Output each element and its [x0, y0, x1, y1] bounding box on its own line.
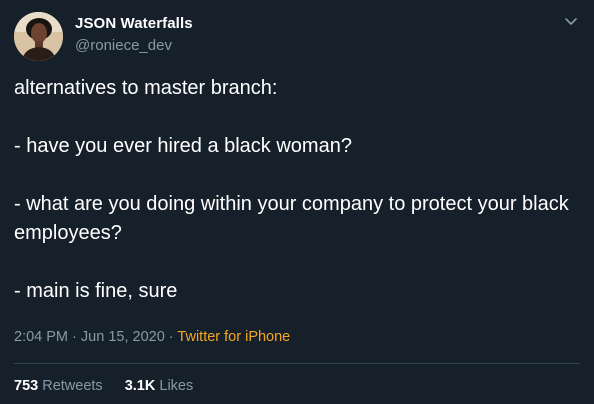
tweet-text: alternatives to master branch: - have yo… — [14, 74, 584, 306]
tweet-metadata: 2:04 PM · Jun 15, 2020 · Twitter for iPh… — [14, 329, 290, 345]
author-display-name[interactable]: JSON Waterfalls — [75, 15, 193, 32]
tweet-stats: 753 Retweets 3.1K Likes — [14, 378, 193, 394]
retweets-stat[interactable]: 753 Retweets — [14, 378, 103, 394]
meta-separator: · — [168, 329, 174, 345]
avatar[interactable] — [14, 12, 63, 61]
tweet-text-line: - have you ever hired a black woman? — [14, 135, 352, 157]
likes-count: 3.1K — [124, 378, 156, 394]
tweet-text-line: - what are you doing within your company… — [14, 193, 569, 244]
chevron-down-icon[interactable] — [562, 12, 580, 30]
tweet-source-link[interactable]: Twitter for iPhone — [177, 329, 290, 345]
retweets-label: Retweets — [42, 378, 103, 394]
tweet-date[interactable]: Jun 15, 2020 — [81, 329, 165, 345]
tweet-time[interactable]: 2:04 PM — [14, 329, 68, 345]
divider — [14, 363, 580, 364]
likes-label: Likes — [159, 378, 194, 394]
likes-stat[interactable]: 3.1K Likes — [125, 378, 194, 394]
meta-separator: · — [72, 329, 77, 345]
tweet-card: JSON Waterfalls @roniece_dev alternative… — [0, 0, 594, 404]
author-handle[interactable]: @roniece_dev — [75, 37, 172, 54]
retweets-count: 753 — [14, 378, 39, 394]
tweet-text-line: - main is fine, sure — [14, 280, 178, 302]
tweet-text-line: alternatives to master branch: — [14, 77, 278, 99]
